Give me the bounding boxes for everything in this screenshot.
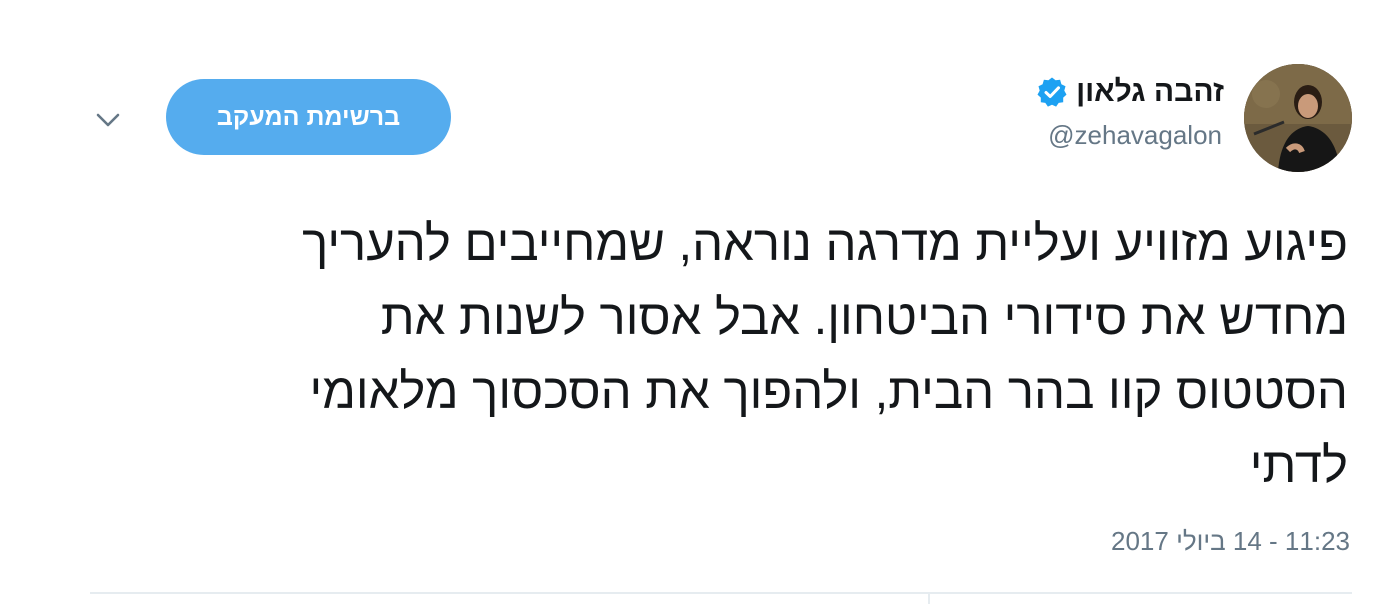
tweet-timestamp[interactable]: 11:23 - 14 ביולי 2017 xyxy=(1111,526,1350,557)
author-name-row: זהבה גלאון xyxy=(1036,70,1224,114)
tweet-menu-caret[interactable] xyxy=(88,100,128,140)
chevron-down-icon xyxy=(96,113,120,127)
following-button[interactable]: ברשימת המעקב xyxy=(166,79,451,155)
author-handle[interactable]: @zehavagalon xyxy=(1048,120,1222,151)
tweet-card: זהבה גלאון @zehavagalon ברשימת המעקב פיג… xyxy=(0,0,1400,604)
author-display-name[interactable]: זהבה גלאון xyxy=(1076,75,1224,109)
divider xyxy=(90,592,1352,594)
verified-badge-icon xyxy=(1036,76,1068,108)
tweet-text: פיגוע מזוויע ועליית מדרגה נוראה, שמחייבי… xyxy=(302,217,1348,493)
avatar-image xyxy=(1244,64,1352,172)
avatar[interactable] xyxy=(1244,64,1352,172)
divider-mark xyxy=(928,593,930,604)
